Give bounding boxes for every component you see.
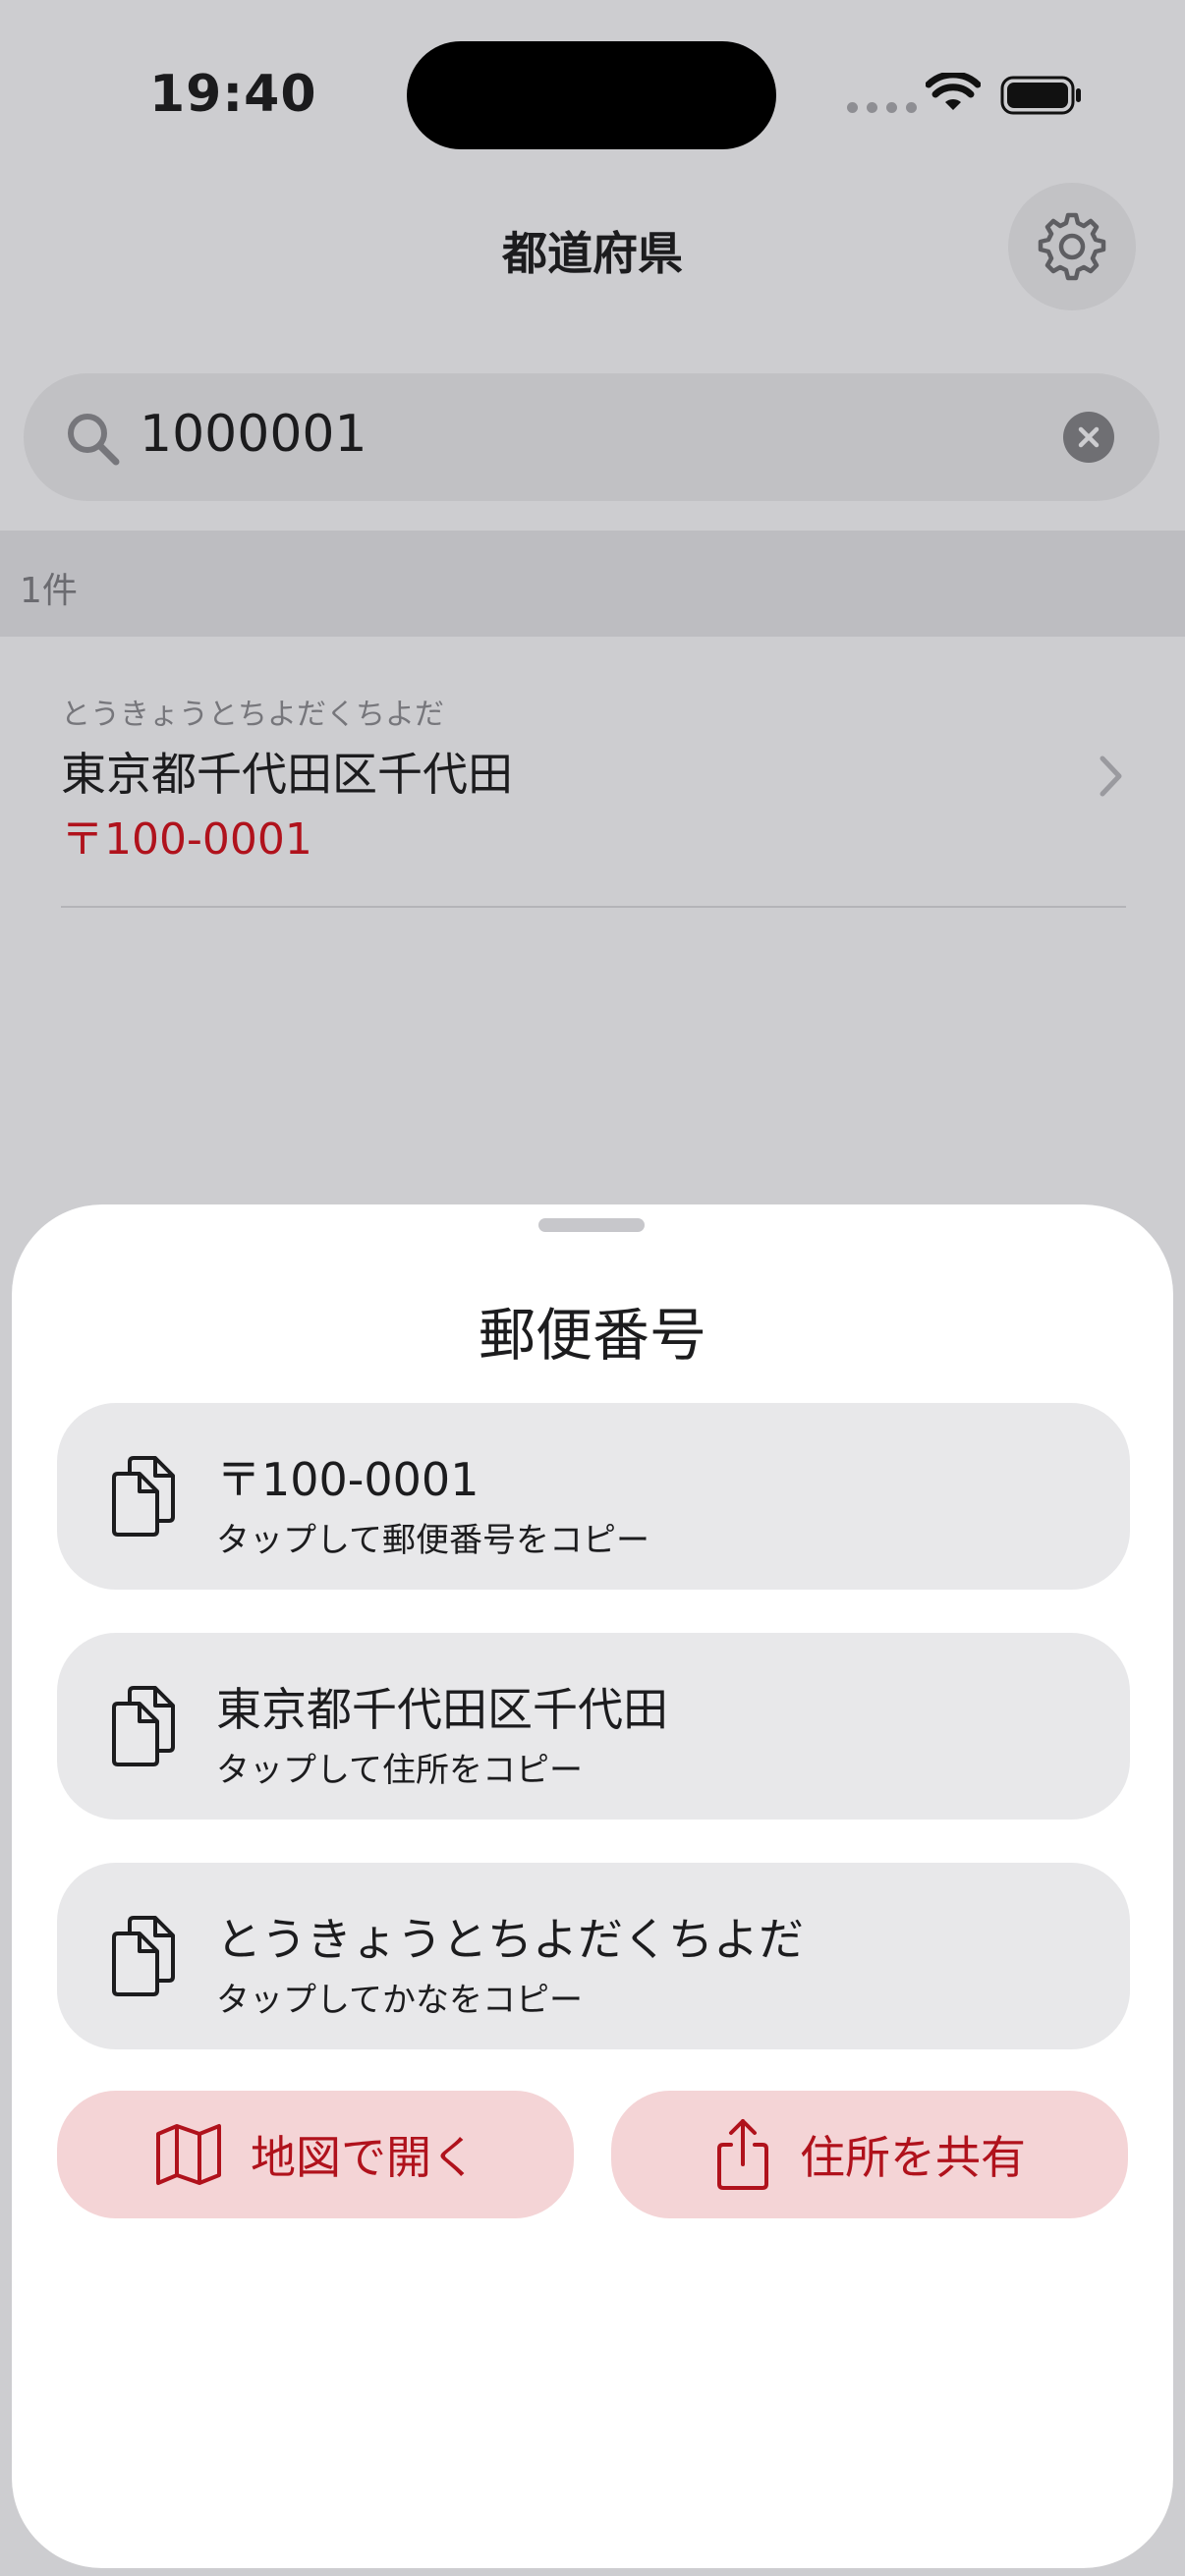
card-hint: タップして郵便番号をコピー bbox=[216, 1521, 649, 1560]
gear-icon bbox=[1038, 212, 1106, 281]
result-postal-code: 〒100-0001 bbox=[61, 814, 312, 865]
card-postal-code: 〒100-0001 bbox=[216, 1453, 480, 1506]
battery-icon bbox=[1000, 76, 1081, 115]
share-address-button[interactable]: 住所を共有 bbox=[611, 2091, 1128, 2218]
copy-icon bbox=[112, 1456, 175, 1537]
map-icon bbox=[156, 2124, 221, 2185]
results-count: 1件 bbox=[20, 571, 78, 611]
result-address: 東京都千代田区千代田 bbox=[61, 748, 513, 801]
results-section-header: 1件 bbox=[0, 531, 1185, 637]
sheet-grabber[interactable] bbox=[538, 1218, 645, 1232]
copy-postal-code-button[interactable]: 〒100-0001 タップして郵便番号をコピー bbox=[57, 1403, 1130, 1590]
cellular-signal-icon bbox=[847, 102, 917, 113]
sheet-title: 郵便番号 bbox=[478, 1302, 706, 1369]
card-address: 東京都千代田区千代田 bbox=[216, 1683, 668, 1736]
share-address-label: 住所を共有 bbox=[800, 2131, 1026, 2184]
share-icon bbox=[717, 2119, 768, 2190]
page-title: 都道府県 bbox=[502, 227, 683, 280]
status-bar: 19:40 bbox=[0, 0, 1185, 187]
search-input[interactable]: 1000001 bbox=[140, 405, 367, 464]
copy-kana-button[interactable]: とうきょうとちよだくちよだ タップしてかなをコピー bbox=[57, 1863, 1130, 2049]
wifi-icon bbox=[926, 73, 981, 110]
card-hint: タップして住所をコピー bbox=[216, 1751, 583, 1790]
close-icon bbox=[1078, 426, 1100, 448]
copy-icon bbox=[112, 1686, 175, 1766]
dynamic-island bbox=[407, 41, 776, 149]
card-kana: とうきょうとちよだくちよだ bbox=[216, 1913, 804, 1966]
open-map-button[interactable]: 地図で開く bbox=[57, 2091, 574, 2218]
settings-button[interactable] bbox=[1008, 183, 1136, 310]
divider bbox=[61, 906, 1126, 908]
result-kana: とうきょうとちよだくちよだ bbox=[61, 698, 444, 732]
status-time: 19:40 bbox=[149, 65, 317, 124]
open-map-label: 地図で開く bbox=[251, 2131, 477, 2184]
chevron-right-icon bbox=[1100, 756, 1122, 797]
clear-search-button[interactable] bbox=[1063, 412, 1114, 463]
copy-icon bbox=[112, 1916, 175, 1996]
list-item[interactable]: とうきょうとちよだくちよだ 東京都千代田区千代田 〒100-0001 bbox=[0, 678, 1185, 910]
copy-address-button[interactable]: 東京都千代田区千代田 タップして住所をコピー bbox=[57, 1633, 1130, 1820]
postal-code-sheet: 郵便番号 〒100-0001 タップして郵便番号をコピー 東京都千代田区千代田 … bbox=[12, 1204, 1173, 2568]
card-hint: タップしてかなをコピー bbox=[216, 1981, 583, 2020]
search-field[interactable]: 1000001 bbox=[24, 373, 1159, 501]
search-icon bbox=[68, 414, 120, 466]
